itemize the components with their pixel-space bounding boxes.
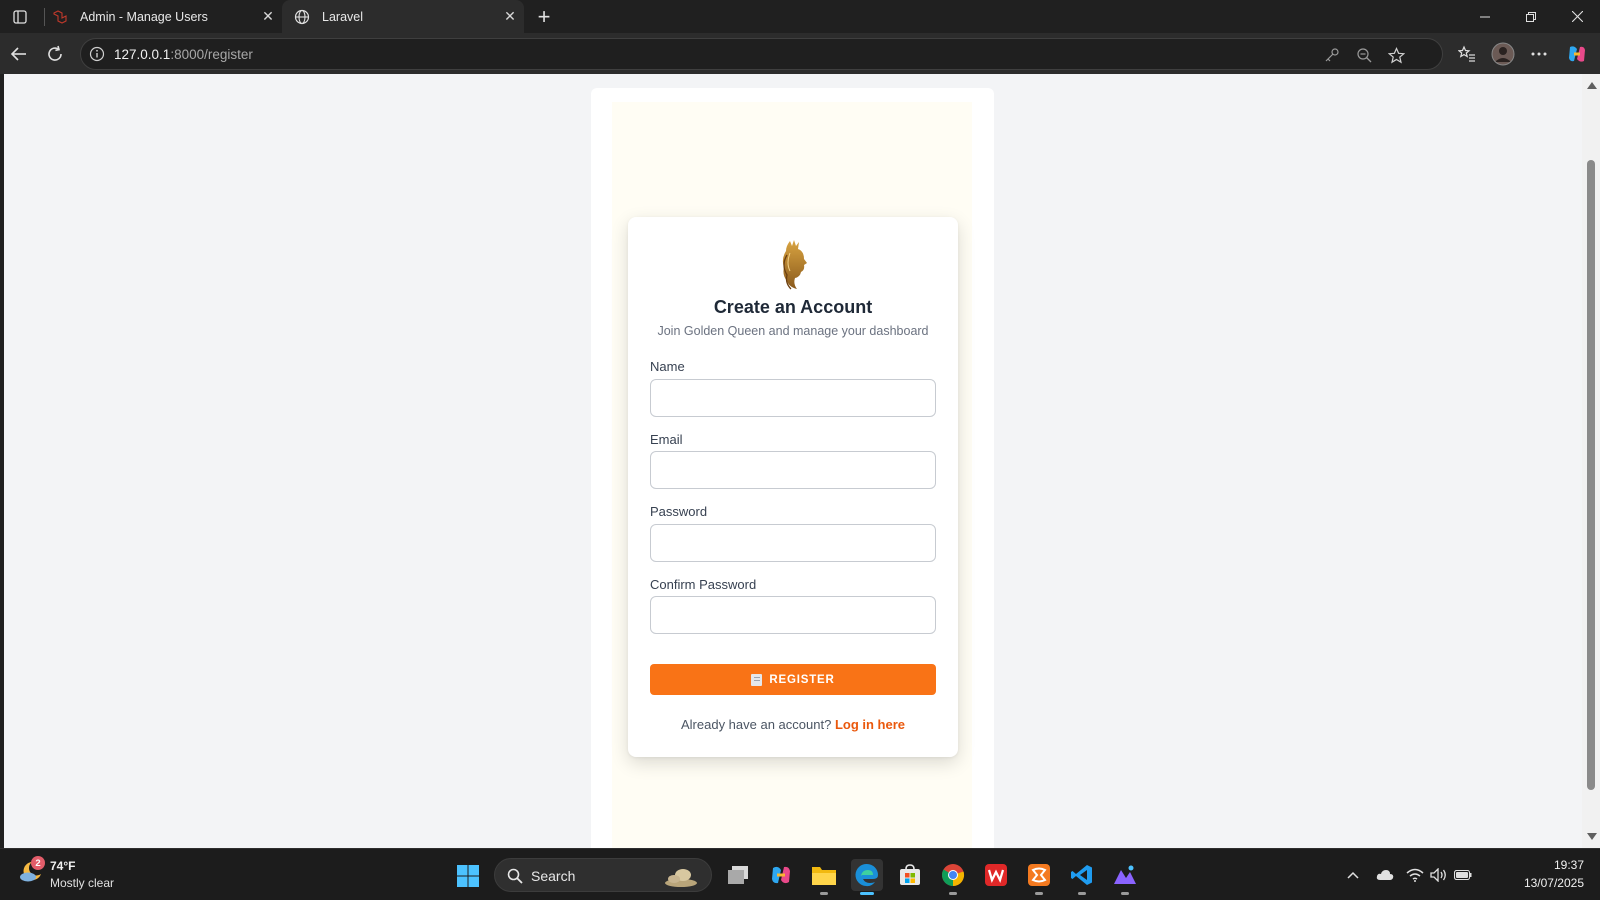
tab-admin-manage-users[interactable]: Admin - Manage Users ✕ bbox=[40, 0, 282, 33]
clock-date[interactable]: 13/07/2025 bbox=[1504, 876, 1584, 890]
tab-title: Admin - Manage Users bbox=[80, 9, 208, 24]
windows-taskbar: 2 74°F Mostly clear Search 19:37 13/07/2… bbox=[0, 848, 1600, 900]
globe-icon bbox=[294, 9, 310, 25]
url-path: :8000/register bbox=[170, 47, 253, 62]
weather-temp[interactable]: 74°F bbox=[50, 859, 75, 873]
vscode-icon[interactable] bbox=[1066, 859, 1098, 895]
profile-avatar[interactable] bbox=[1488, 39, 1518, 69]
tab-laravel[interactable]: Laravel ✕ bbox=[282, 0, 524, 33]
xampp-icon[interactable] bbox=[1023, 859, 1055, 895]
login-prompt: Already have an account? Log in here bbox=[628, 717, 958, 732]
search-highlight-icon bbox=[663, 865, 699, 887]
memo-icon bbox=[751, 673, 763, 686]
password-key-icon[interactable] bbox=[1323, 46, 1341, 64]
clock-time[interactable]: 19:37 bbox=[1520, 858, 1584, 872]
tab-title: Laravel bbox=[322, 9, 363, 24]
password-label: Password bbox=[650, 504, 708, 519]
file-explorer-icon[interactable] bbox=[808, 859, 840, 895]
scrollbar-thumb[interactable] bbox=[1587, 160, 1595, 790]
minimize-button[interactable] bbox=[1462, 0, 1508, 33]
golden-queen-logo-icon bbox=[773, 237, 813, 291]
microsoft-store-icon[interactable] bbox=[894, 859, 926, 891]
show-hidden-icons-chevron-up-icon[interactable] bbox=[1343, 865, 1363, 885]
login-link[interactable]: Log in here bbox=[835, 717, 905, 732]
weather-desc[interactable]: Mostly clear bbox=[50, 876, 114, 890]
tab-actions-icon[interactable] bbox=[8, 5, 32, 29]
more-options-icon[interactable] bbox=[1524, 39, 1554, 69]
running-indicator bbox=[860, 892, 874, 895]
onedrive-cloud-icon[interactable] bbox=[1375, 865, 1395, 885]
new-tab-button[interactable]: + bbox=[530, 3, 558, 31]
page-subtitle: Join Golden Queen and manage your dashbo… bbox=[657, 324, 929, 338]
address-bar[interactable]: 127.0.0.1:8000/register bbox=[80, 38, 1443, 70]
chrome-icon[interactable] bbox=[937, 859, 969, 895]
task-view-icon[interactable] bbox=[722, 859, 754, 891]
copilot-icon[interactable] bbox=[1562, 39, 1592, 69]
zoom-out-icon[interactable] bbox=[1355, 46, 1373, 64]
close-window-button[interactable] bbox=[1554, 0, 1600, 33]
password-input[interactable] bbox=[650, 524, 936, 562]
url-text: 127.0.0.1:8000/register bbox=[114, 47, 253, 62]
register-button-label: REGISTER bbox=[769, 673, 835, 686]
running-indicator bbox=[949, 892, 957, 895]
windows-start-icon[interactable] bbox=[456, 864, 480, 888]
scroll-up-arrow-icon[interactable] bbox=[1587, 82, 1597, 89]
search-label: Search bbox=[531, 868, 576, 884]
running-indicator bbox=[1078, 892, 1086, 895]
tab-strip: Admin - Manage Users ✕ Laravel ✕ + bbox=[0, 0, 1600, 33]
page-background: Create an Account Join Golden Queen and … bbox=[612, 102, 972, 848]
scroll-down-arrow-icon[interactable] bbox=[1587, 833, 1597, 840]
register-card: Create an Account Join Golden Queen and … bbox=[628, 217, 958, 757]
tab-close-icon[interactable]: ✕ bbox=[254, 3, 282, 31]
wifi-icon[interactable] bbox=[1405, 865, 1425, 885]
name-label: Name bbox=[650, 359, 685, 374]
login-prompt-text: Already have an account? bbox=[680, 717, 832, 732]
register-button[interactable]: REGISTER bbox=[650, 664, 936, 695]
name-input[interactable] bbox=[650, 379, 936, 417]
email-label: Email bbox=[650, 432, 683, 447]
confirm-password-input[interactable] bbox=[650, 596, 936, 634]
running-indicator bbox=[1035, 892, 1043, 895]
page-scrollbar[interactable] bbox=[1582, 74, 1600, 848]
page-container: Create an Account Join Golden Queen and … bbox=[591, 88, 994, 848]
running-indicator bbox=[820, 892, 828, 895]
wps-office-icon[interactable] bbox=[980, 859, 1012, 891]
photos-app-icon[interactable] bbox=[1109, 859, 1141, 895]
back-button[interactable] bbox=[4, 39, 34, 69]
email-input[interactable] bbox=[650, 451, 936, 489]
running-indicator bbox=[1121, 892, 1129, 895]
page-title: Create an Account bbox=[713, 297, 873, 317]
confirm-password-label: Confirm Password bbox=[650, 577, 757, 592]
favorites-icon[interactable] bbox=[1452, 39, 1482, 69]
search-icon bbox=[507, 868, 523, 884]
page-viewport: Create an Account Join Golden Queen and … bbox=[4, 74, 1582, 848]
weather-badge: 2 bbox=[31, 856, 45, 870]
refresh-button[interactable] bbox=[40, 39, 70, 69]
taskbar-search[interactable]: Search bbox=[494, 858, 712, 892]
laravel-icon bbox=[52, 9, 68, 25]
browser-toolbar: 127.0.0.1:8000/register bbox=[0, 33, 1600, 74]
copilot-app-icon[interactable] bbox=[765, 859, 797, 891]
url-host: 127.0.0.1 bbox=[114, 47, 171, 62]
battery-icon[interactable] bbox=[1453, 865, 1473, 885]
edge-browser-icon[interactable] bbox=[851, 859, 883, 895]
volume-icon[interactable] bbox=[1429, 865, 1449, 885]
tab-close-icon[interactable]: ✕ bbox=[496, 3, 524, 31]
restore-button[interactable] bbox=[1508, 0, 1554, 33]
favorite-star-icon[interactable] bbox=[1387, 46, 1405, 64]
site-info-icon[interactable] bbox=[89, 46, 105, 62]
